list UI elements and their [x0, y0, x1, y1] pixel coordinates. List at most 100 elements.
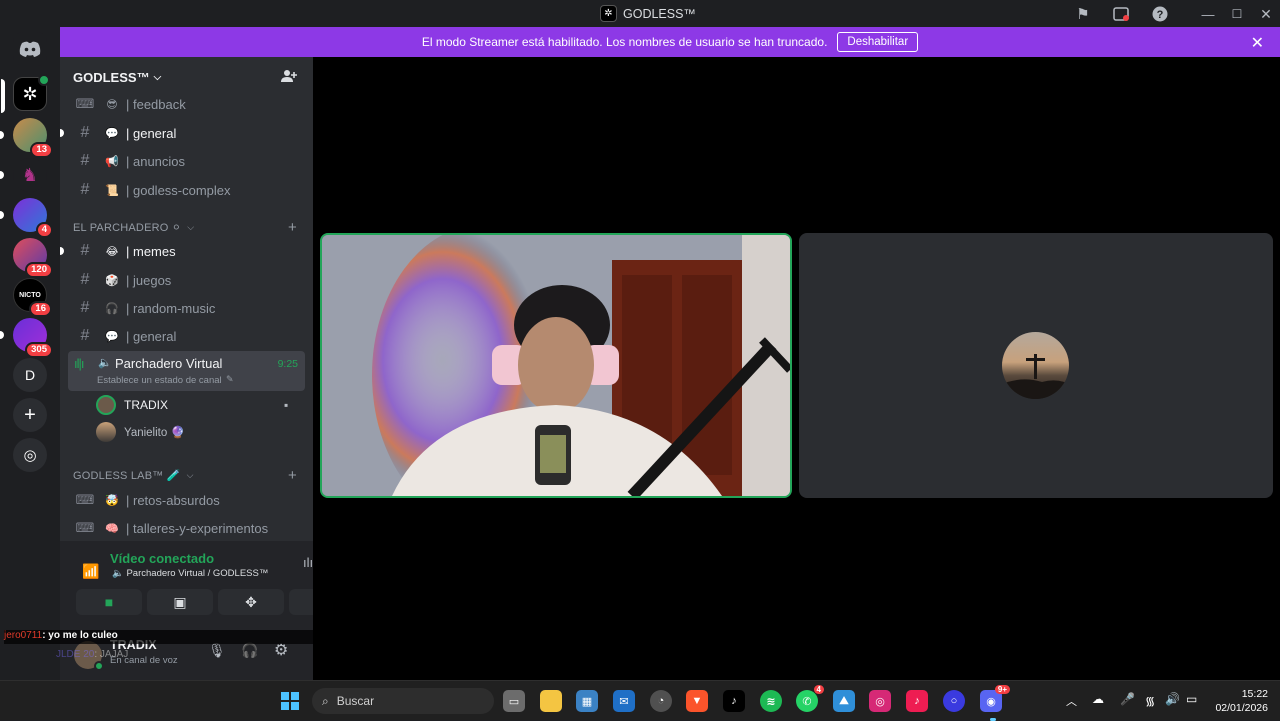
signal-icon[interactable]: 📶 [82, 563, 99, 580]
taskbar-search[interactable]: ⌕ Buscar [312, 688, 494, 714]
video-tile-yanielito[interactable] [799, 233, 1273, 498]
server-badge: 120 [25, 262, 53, 278]
hash-icon: # [80, 124, 90, 141]
chat-text: : JAJAJ [94, 649, 129, 660]
onedrive-icon[interactable]: ☁ [1092, 692, 1104, 706]
tiktok-2-icon[interactable]: ♪ [906, 690, 928, 712]
server-godless-icon[interactable]: ✲ [1, 74, 50, 113]
help-icon[interactable]: ? [1150, 4, 1170, 24]
voice-timer: 9:25 [277, 358, 298, 370]
server-icon-2[interactable]: 13 [0, 118, 53, 158]
voice-channel-parchadero-virtual[interactable]: ıl|ı 🔈 Parchadero Virtual 9:25 Establece… [68, 351, 305, 391]
chat-user: JLDE 20 [56, 649, 95, 660]
channel-memes[interactable]: # 😂 | memes [60, 238, 305, 264]
close-window-icon[interactable]: ✕ [1256, 4, 1276, 24]
channel-feedback[interactable]: ⌨ 😎 | feedback [68, 91, 305, 117]
server-icon-3[interactable]: ♞ [0, 158, 47, 192]
hash-icon: # [80, 327, 90, 344]
inbox-icon[interactable] [1111, 4, 1131, 24]
server-icon-d[interactable]: D [13, 358, 47, 392]
channel-juegos[interactable]: # 🎲 | juegos [68, 267, 305, 293]
banner-text: El modo Streamer está habilitado. Los no… [421, 35, 828, 49]
voice-channel-name: Parchadero Virtual [115, 356, 223, 371]
voice-connected-subtitle[interactable]: 🔈 Parchadero Virtual / GODLESS™ [112, 568, 268, 579]
server-label: D [24, 367, 36, 383]
voice-subtitle-text: Parchadero Virtual / GODLESS™ [126, 568, 269, 579]
disable-streamer-button[interactable]: Deshabilitar [837, 32, 919, 52]
windows-taskbar: ⌕ Buscar ▭ ▦ ✉ ◔ ▼ ♪ ≋ ✆ 4 ⛰ ◎ ♪ ○ ◉ 9+ … [0, 680, 1280, 721]
wifi-icon[interactable]: ᯾ [1145, 692, 1155, 709]
assistant-icon[interactable]: ○ [943, 690, 965, 712]
guild-name: GODLESS™ [73, 69, 150, 85]
invite-people-icon[interactable] [281, 68, 297, 88]
discord-badge: 9+ [994, 685, 1010, 694]
task-view-icon[interactable]: ▭ [503, 690, 525, 712]
hash-icon: # [80, 242, 90, 259]
channel-anuncios[interactable]: # 📢 | anuncios [68, 148, 305, 174]
chat-line: JLDE 20: JAJAJ [56, 649, 128, 660]
channel-name: | feedback [126, 96, 186, 112]
banner-close-icon[interactable]: ✕ [1251, 33, 1264, 53]
channel-retos-absurdos[interactable]: ⌨ 🤯 | retos-absurdos [68, 487, 305, 513]
instagram-icon[interactable]: ◎ [869, 690, 891, 712]
server-icon-5[interactable]: 120 [13, 238, 53, 278]
whatsapp-icon[interactable]: ✆ 4 [796, 685, 824, 712]
discord-home-icon[interactable] [13, 32, 47, 66]
add-server-icon[interactable]: + [13, 398, 47, 432]
voice-user-tradix[interactable]: TRADIX ▪ [96, 394, 288, 416]
photos-icon[interactable]: ⛰ [833, 690, 855, 712]
file-explorer-icon[interactable] [540, 690, 562, 712]
tiktok-icon[interactable]: ♪ [723, 690, 745, 712]
channel-talleres-y-experimentos[interactable]: ⌨ 🧠 | talleres-y-experimentos [68, 515, 305, 541]
server-icon-nicto[interactable]: NICTO 16 [13, 278, 52, 317]
category-el-parchadero[interactable]: EL PARCHADERO ⚪ ⌵ + [73, 219, 303, 236]
chat-text: : yo me lo culeo [42, 630, 118, 641]
webcam-feed-image [322, 235, 790, 496]
microsoft-store-icon[interactable]: ▦ [576, 690, 598, 712]
chrome-icon[interactable]: ◔ [650, 690, 672, 712]
spotify-icon[interactable]: ≋ [760, 690, 782, 712]
battery-icon[interactable]: ▭ [1186, 692, 1197, 706]
create-channel-icon[interactable]: + [288, 467, 297, 484]
mail-icon[interactable]: ✉ [613, 690, 635, 712]
streamer-mode-banner: El modo Streamer está habilitado. Los no… [60, 27, 1280, 57]
server-badge: 13 [30, 142, 53, 158]
tray-chevron-icon[interactable]: ︿ [1066, 693, 1077, 709]
category-godless-lab[interactable]: GODLESS LAB™ 🧪 ⌵ + [73, 467, 303, 484]
channel-status-prompt[interactable]: Establece un estado de canal [97, 375, 222, 386]
channel-general-2[interactable]: # 💬 | general [68, 323, 305, 349]
category-name: EL PARCHADERO ⚪ [73, 221, 182, 234]
voice-user-yanielito[interactable]: Yanielito 🔮 [96, 421, 185, 443]
flag-icon[interactable]: ⚑ [1073, 4, 1093, 24]
maximize-icon[interactable]: ☐ [1227, 4, 1247, 24]
server-icon-7[interactable]: 305 [0, 318, 53, 358]
clock-time: 15:22 [1241, 688, 1268, 700]
channel-general[interactable]: # 💬 | general [60, 120, 305, 146]
hash-icon: # [80, 299, 90, 316]
server-icon-4[interactable]: 4 [0, 198, 53, 238]
forum-icon: ⌨ [75, 520, 95, 535]
channel-godless-complex[interactable]: # 📜 | godless-complex [68, 177, 305, 203]
create-channel-icon[interactable]: + [288, 219, 297, 236]
server-badge: 305 [25, 342, 53, 358]
activities-button[interactable]: ✥ [218, 589, 284, 615]
channel-emoji: 💬 [105, 127, 119, 140]
camera-toggle-button[interactable]: ■ [76, 589, 142, 615]
pencil-icon[interactable]: ✎ [226, 374, 234, 385]
channel-name: | general [126, 328, 177, 344]
tray-mic-icon[interactable]: 🎤 [1120, 692, 1135, 706]
speaker-icon: 🔈 [98, 357, 112, 369]
channel-random-music[interactable]: # 🎧 | random-music [68, 295, 305, 321]
discord-taskbar-icon[interactable]: ◉ 9+ [980, 685, 1010, 712]
minimize-icon[interactable]: — [1198, 4, 1218, 24]
windows-start-icon[interactable] [279, 690, 301, 712]
camera-icon: ▪ [284, 398, 289, 412]
discover-icon[interactable]: ◎ [13, 438, 47, 472]
channel-emoji: 📢 [105, 155, 119, 168]
volume-icon[interactable]: 🔊 [1165, 692, 1180, 706]
taskbar-clock[interactable]: 15:22 02/01/2026 [1208, 687, 1268, 715]
video-tile-tradix[interactable] [320, 233, 792, 498]
channel-emoji: 😂 [105, 245, 119, 258]
share-screen-button[interactable]: ▣ [147, 589, 213, 615]
brave-icon[interactable]: ▼ [686, 690, 708, 712]
